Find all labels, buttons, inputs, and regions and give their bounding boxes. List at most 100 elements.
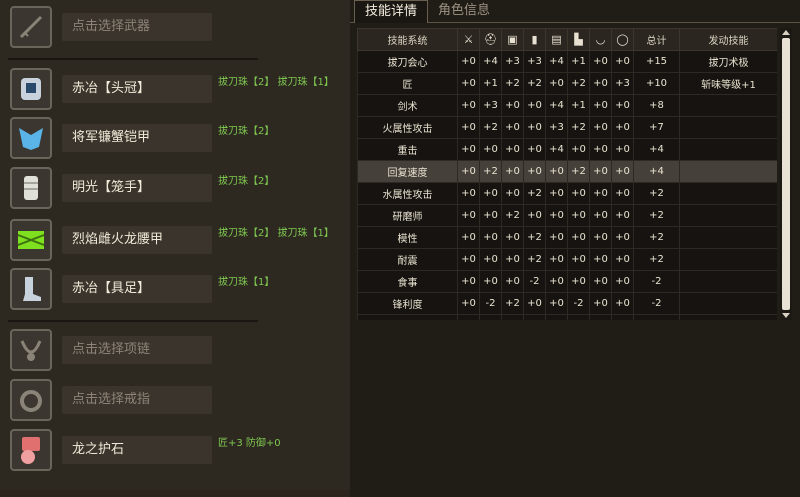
skill-point-cell: +2: [567, 160, 590, 183]
ring-icon: ◯: [611, 28, 634, 51]
skill-point-cell: +0: [589, 72, 612, 95]
skill-point-cell: +0: [611, 138, 634, 161]
skill-name-cell: 水属性攻击: [357, 182, 458, 205]
skill-point-cell: +0: [611, 270, 634, 293]
skill-point-cell: +1: [479, 72, 502, 95]
helmet-icon: ⛑: [479, 28, 502, 51]
decoration-list: 拔刀珠【2】 拔刀珠【1】: [218, 77, 334, 88]
skill-point-cell: +0: [457, 204, 480, 227]
skill-point-cell: +0: [479, 248, 502, 271]
table-row[interactable]: 重击 +0 +0 +0 +0 +4 +0 +0 +0 +4: [357, 138, 777, 161]
skill-total-cell: +2: [633, 226, 680, 249]
decoration-list: 拔刀珠【1】: [218, 277, 275, 288]
skill-point-cell: +0: [479, 138, 502, 161]
table-row[interactable]: 模性 +0 +0 +0 +2 +0 +0 +0 +0 +2: [357, 226, 777, 249]
armor-label-legs: 赤冶【具足】: [62, 275, 212, 303]
table-row[interactable]: 水属性攻击 +0 +0 +0 +2 +0 +0 +0 +0 +2: [357, 182, 777, 205]
skill-point-cell: +4: [545, 138, 568, 161]
tab-skill-details[interactable]: 技能详情: [354, 0, 429, 23]
skill-point-cell: +3: [611, 72, 634, 95]
skill-point-cell: +0: [523, 204, 546, 227]
necklace-slot[interactable]: 点击选择项链: [10, 329, 350, 375]
skill-point-cell: +0: [589, 116, 612, 139]
skill-point-cell: -2: [479, 292, 502, 315]
weapon-slot-icon: [10, 6, 52, 48]
table-row[interactable]: 拔刀会心 +0 +4 +3 +3 +4 +1 +0 +0 +15 拔刀术极: [357, 50, 777, 73]
skill-point-cell: +0: [589, 50, 612, 73]
skill-point-cell: +0: [589, 182, 612, 205]
table-row[interactable]: 体力+0+0-3+0+0+0+0+0-3: [357, 314, 777, 320]
table-row[interactable]: 回复速度 +0 +2 +0 +0 +0 +2 +0 +0 +4: [357, 160, 777, 183]
leg-icon: ▙: [567, 28, 590, 51]
table-header-row: 技能系统 ⚔ ⛑ ▣ ▮ ▤ ▙ ◡ ◯ 总计 发动技能: [357, 28, 777, 51]
skill-name-cell: 耐震: [357, 248, 458, 271]
skill-point-cell: +0: [523, 314, 546, 320]
activated-skill-cell: [679, 138, 777, 161]
armor-slot-head[interactable]: 赤冶【头冠】 拔刀珠【2】 拔刀珠【1】: [10, 68, 350, 114]
skill-point-cell: +0: [457, 160, 480, 183]
skill-point-cell: +0: [611, 248, 634, 271]
armor-slot-waist[interactable]: 烈焰雌火龙腰甲 拔刀珠【2】 拔刀珠【1】: [10, 219, 350, 265]
armor-slot-legs[interactable]: 赤冶【具足】 拔刀珠【1】: [10, 268, 350, 314]
table-row[interactable]: 匠 +0 +1 +2 +2 +0 +2 +0 +3 +10 斩味等级+1: [357, 72, 777, 95]
scroll-up-arrow-icon[interactable]: [782, 30, 790, 35]
skill-name-cell: 火属性攻击: [357, 116, 458, 139]
decoration-list: 拔刀珠【2】 拔刀珠【1】: [218, 228, 334, 239]
skill-point-cell: +0: [567, 226, 590, 249]
skill-point-cell: +0: [523, 94, 546, 117]
waist-icon: ▤: [545, 28, 568, 51]
skill-name-cell: 回复速度: [357, 160, 458, 183]
skill-point-cell: +2: [501, 292, 524, 315]
skill-point-cell: +0: [567, 248, 590, 271]
skill-point-cell: +2: [567, 72, 590, 95]
skill-point-cell: +0: [611, 116, 634, 139]
table-row[interactable]: 锋利度 +0 -2 +2 +0 +0 -2 +0 +0 -2: [357, 292, 777, 315]
skill-point-cell: +3: [545, 116, 568, 139]
skill-point-cell: +4: [545, 94, 568, 117]
skill-point-cell: +0: [545, 248, 568, 271]
skill-name-cell: 重击: [357, 138, 458, 161]
skill-point-cell: +2: [523, 72, 546, 95]
skill-point-cell: +2: [567, 116, 590, 139]
table-scrollbar[interactable]: [780, 28, 792, 320]
armor-label-waist: 烈焰雌火龙腰甲: [62, 226, 212, 254]
activated-skill-cell: 斩味等级+1: [679, 72, 777, 95]
decoration-list: 拔刀珠【2】: [218, 176, 275, 187]
ring-slot[interactable]: 点击选择戒指: [10, 379, 350, 425]
weapon-icon: ⚔: [457, 28, 480, 51]
activated-skill-cell: [679, 226, 777, 249]
weapon-slot-label: 点击选择武器: [62, 13, 212, 41]
armor-slot-chest[interactable]: 将军镰蟹铠甲 拔刀珠【2】: [10, 117, 350, 163]
skill-name-cell: 剑术: [357, 94, 458, 117]
scrollbar-thumb[interactable]: [782, 38, 790, 310]
skill-point-cell: +4: [545, 50, 568, 73]
table-row[interactable]: 火属性攻击 +0 +2 +0 +0 +3 +2 +0 +0 +7: [357, 116, 777, 139]
activated-skill-cell: [679, 292, 777, 315]
skill-point-cell: +0: [501, 116, 524, 139]
activated-skill-column-header: 发动技能: [679, 28, 777, 51]
skill-total-cell: -2: [633, 270, 680, 293]
skill-table-container: 技能系统 ⚔ ⛑ ▣ ▮ ▤ ▙ ◡ ◯ 总计 发动技能 拔刀会心 +0 +4 +3 +…: [357, 28, 777, 320]
tab-character-info[interactable]: 角色信息: [428, 0, 500, 22]
equipment-panel: 点击选择武器 赤冶【头冠】 拔刀珠【2】 拔刀珠【1】 将军镰蟹铠甲 拔刀珠【2…: [0, 0, 350, 490]
table-row[interactable]: 剑术 +0 +3 +0 +0 +4 +1 +0 +0 +8: [357, 94, 777, 117]
skill-name-cell: 食事: [357, 270, 458, 293]
skill-point-cell: +0: [545, 292, 568, 315]
skill-point-cell: +0: [545, 226, 568, 249]
skill-point-cell: +0: [501, 270, 524, 293]
decoration-list: 拔刀珠【2】: [218, 126, 275, 137]
weapon-slot[interactable]: 点击选择武器: [10, 6, 350, 52]
skill-point-cell: +0: [567, 138, 590, 161]
table-row[interactable]: 研磨师 +0 +0 +2 +0 +0 +0 +0 +0 +2: [357, 204, 777, 227]
skill-total-cell: +10: [633, 72, 680, 95]
scroll-down-arrow-icon[interactable]: [782, 313, 790, 318]
table-row[interactable]: 食事 +0 +0 +0 -2 +0 +0 +0 +0 -2: [357, 270, 777, 293]
table-row[interactable]: 耐震 +0 +0 +0 +2 +0 +0 +0 +0 +2: [357, 248, 777, 271]
talisman-slot[interactable]: 龙之护石 匠+3 防御+0: [10, 429, 350, 475]
activated-skill-cell: [679, 248, 777, 271]
skill-point-cell: +0: [457, 248, 480, 271]
skill-name-cell: 研磨师: [357, 204, 458, 227]
armor-label-arms: 明光【笼手】: [62, 174, 212, 202]
armor-slot-arms[interactable]: 明光【笼手】 拔刀珠【2】: [10, 167, 350, 213]
skill-point-cell: +0: [589, 204, 612, 227]
